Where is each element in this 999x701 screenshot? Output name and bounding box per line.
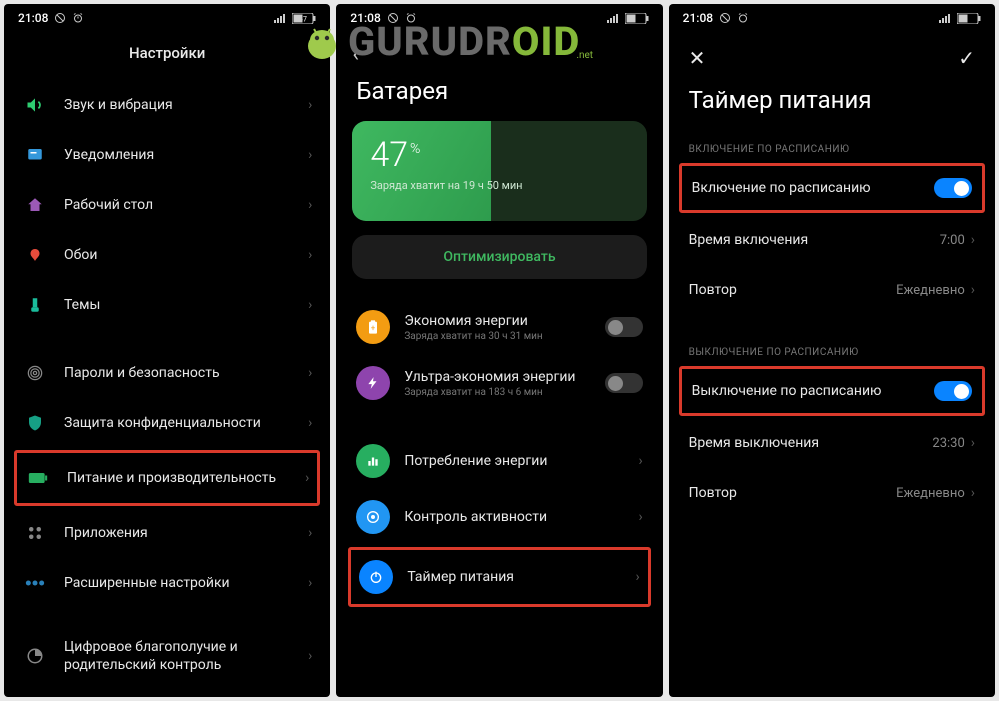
battery-icon — [25, 465, 51, 491]
battery-icon — [625, 13, 649, 24]
signal-icon — [939, 13, 953, 23]
item-security[interactable]: Пароли и безопасность › — [14, 348, 320, 398]
back-icon[interactable]: ‹ — [352, 42, 359, 67]
svg-text:+: + — [371, 323, 376, 332]
chevron-right-icon: › — [308, 297, 312, 313]
alarm-icon — [72, 12, 84, 24]
optimize-button[interactable]: Оптимизировать — [352, 235, 646, 279]
home-icon — [22, 192, 48, 218]
chevron-right-icon: › — [305, 470, 309, 486]
row-off-toggle[interactable]: Выключение по расписанию — [679, 366, 985, 416]
row-off-time[interactable]: Время выключения 23:30› — [669, 418, 995, 468]
brush-icon — [22, 292, 48, 318]
page-title: Настройки — [4, 32, 330, 80]
fingerprint-icon — [22, 360, 48, 386]
section-off-header: ВЫКЛЮЧЕНИЕ ПО РАСПИСАНИЮ — [669, 333, 995, 364]
chevron-right-icon: › — [308, 147, 312, 163]
shield-icon — [22, 410, 48, 436]
status-time: 21:08 — [350, 11, 380, 25]
toggle-saver[interactable] — [605, 317, 643, 337]
wallpaper-icon — [22, 242, 48, 268]
item-wallpaper[interactable]: Обои › — [14, 230, 320, 280]
battery-icon — [957, 13, 981, 24]
battery-card[interactable]: 47% Заряда хватит на 19 ч 50 мин — [352, 121, 646, 221]
chevron-right-icon: › — [638, 453, 642, 469]
item-apps[interactable]: Приложения › — [14, 508, 320, 558]
item-wellbeing[interactable]: Цифровое благополучие и родительский кон… — [14, 626, 320, 686]
battery-saver-icon: + — [356, 310, 390, 344]
item-themes[interactable]: Темы › — [14, 280, 320, 330]
close-icon[interactable]: ✕ — [689, 46, 706, 70]
item-advanced[interactable]: Расширенные настройки › — [14, 558, 320, 608]
row-off-repeat[interactable]: Повтор Ежедневно› — [669, 468, 995, 518]
item-sound[interactable]: Звук и вибрация › — [14, 80, 320, 130]
battery-pct: 47 — [370, 135, 408, 175]
item-activity[interactable]: Контроль активности › — [336, 489, 662, 545]
status-bar: 21:08 47 — [4, 4, 330, 32]
item-home[interactable]: Рабочий стол › — [14, 180, 320, 230]
item-privacy[interactable]: Защита конфиденциальности › — [14, 398, 320, 448]
battery-icon: 47 — [292, 13, 316, 24]
status-bar: 21:08 — [669, 4, 995, 32]
toggle-on[interactable] — [934, 178, 972, 198]
more-icon — [22, 570, 48, 596]
chevron-right-icon: › — [308, 197, 312, 213]
signal-icon — [607, 13, 621, 23]
toggle-ultra[interactable] — [605, 373, 643, 393]
row-on-time[interactable]: Время включения 7:00› — [669, 215, 995, 265]
chevron-right-icon: › — [635, 569, 639, 585]
ultra-saver-icon — [356, 366, 390, 400]
status-time: 21:08 — [18, 11, 48, 25]
item-power[interactable]: Питание и производительность › — [14, 450, 320, 506]
chevron-right-icon: › — [971, 282, 975, 298]
battery-remaining: Заряда хватит на 19 ч 50 мин — [370, 179, 628, 192]
item-saver[interactable]: + Экономия энергии Заряда хватит на 30 ч… — [336, 299, 662, 355]
row-on-toggle[interactable]: Включение по расписанию — [679, 163, 985, 213]
status-bar: 21:08 — [336, 4, 662, 32]
chevron-right-icon: › — [308, 97, 312, 113]
row-on-repeat[interactable]: Повтор Ежедневно› — [669, 265, 995, 315]
chevron-right-icon: › — [971, 485, 975, 501]
page-title: Батарея — [336, 71, 662, 121]
chevron-right-icon: › — [308, 525, 312, 541]
dnd-icon — [54, 12, 66, 24]
item-usage[interactable]: Потребление энергии › — [336, 433, 662, 489]
chevron-right-icon: › — [308, 648, 312, 664]
page-title: Таймер питания — [669, 80, 995, 130]
power-icon — [359, 560, 393, 594]
screen-settings: 21:08 47 Настройки Звук и вибрация › Уве… — [4, 4, 330, 697]
chevron-right-icon: › — [308, 575, 312, 591]
svg-text:47: 47 — [299, 15, 307, 23]
activity-icon — [356, 500, 390, 534]
chevron-right-icon: › — [638, 509, 642, 525]
alarm-icon — [737, 12, 749, 24]
toggle-off[interactable] — [934, 381, 972, 401]
notification-icon — [22, 142, 48, 168]
signal-icon — [274, 13, 288, 23]
chevron-right-icon: › — [308, 247, 312, 263]
wellbeing-icon — [22, 643, 48, 669]
chevron-right-icon: › — [971, 232, 975, 248]
screen-timer: 21:08 ✕ ✓ Таймер питания ВКЛЮЧЕНИЕ ПО РА… — [669, 4, 995, 697]
section-on-header: ВКЛЮЧЕНИЕ ПО РАСПИСАНИЮ — [669, 130, 995, 161]
screen-battery: 21:08 ‹ Батарея 47% Заряда хватит на 19 … — [336, 4, 662, 697]
volume-icon — [22, 92, 48, 118]
chart-icon — [356, 444, 390, 478]
status-time: 21:08 — [683, 11, 713, 25]
item-notifications[interactable]: Уведомления › — [14, 130, 320, 180]
chevron-right-icon: › — [308, 415, 312, 431]
alarm-icon — [405, 12, 417, 24]
confirm-icon[interactable]: ✓ — [958, 46, 975, 70]
item-ultra-saver[interactable]: Ультра-экономия энергии Заряда хватит на… — [336, 355, 662, 411]
dnd-icon — [387, 12, 399, 24]
apps-icon — [22, 520, 48, 546]
chevron-right-icon: › — [971, 435, 975, 451]
item-timer[interactable]: Таймер питания › — [348, 547, 650, 607]
chevron-right-icon: › — [308, 365, 312, 381]
dnd-icon — [719, 12, 731, 24]
